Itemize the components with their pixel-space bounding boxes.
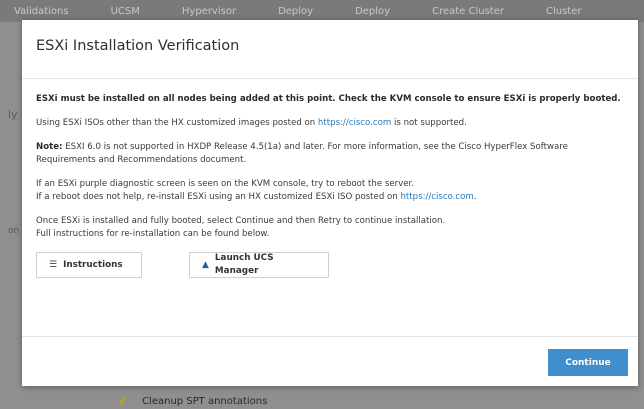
bg-tab-hypervisor: Hypervisor	[181, 5, 237, 17]
continue-line-1: Once ESXi is installed and fully booted,…	[36, 216, 446, 226]
bg-fragment-2: on	[8, 226, 20, 236]
dialog-footer: Continue	[22, 336, 638, 386]
esxi-warning-text: ESXi must be installed on all nodes bein…	[36, 94, 621, 104]
bg-tab-validations: Validations	[14, 5, 69, 17]
reinstall-line-suffix: .	[473, 192, 477, 202]
reboot-instructions-text: If an ESXi purple diagnostic screen is s…	[36, 178, 624, 204]
list-icon: ☰	[49, 259, 58, 270]
bg-tab-cluster: Cluster	[546, 5, 582, 17]
continue-line-2: Full instructions for re-installation ca…	[36, 229, 270, 239]
instructions-button-label: Instructions	[63, 259, 123, 270]
instructions-button[interactable]: ☰ Instructions	[36, 252, 142, 278]
note-label: Note:	[36, 142, 63, 152]
launch-ucs-manager-label: Launch UCS Manager	[214, 253, 274, 276]
bg-tab-ucsm: UCSM	[110, 5, 140, 17]
dialog-action-row: ☰ Instructions ▲ Launch UCS Manager	[36, 252, 624, 278]
check-icon: ✔	[118, 394, 129, 408]
bg-fragment-1: ly	[8, 108, 18, 121]
bg-tab-deploy-2: Deploy	[355, 5, 391, 17]
cisco-link-2[interactable]: https://cisco.com	[400, 192, 473, 202]
reinstall-line-prefix: If a reboot does not help, re-install ES…	[36, 192, 401, 202]
dialog-title: ESXi Installation Verification	[36, 38, 240, 54]
cisco-link-1[interactable]: https://cisco.com	[318, 118, 391, 128]
bg-tab-create-cluster: Create Cluster	[432, 5, 504, 17]
purple-screen-line: If an ESXi purple diagnostic screen is s…	[36, 179, 415, 189]
bg-tab-deploy-1: Deploy	[278, 5, 314, 17]
iso-support-text: Using ESXi ISOs other than the HX custom…	[36, 117, 624, 130]
esxi-verification-dialog: ESXi Installation Verification ESXi must…	[22, 20, 638, 386]
continue-button[interactable]: Continue	[548, 349, 628, 376]
note-text: Note: ESXI 6.0 is not supported in HXDP …	[36, 141, 624, 167]
iso-text-suffix: is not supported.	[391, 118, 467, 128]
bg-task-label: Cleanup SPT annotations	[142, 395, 268, 407]
background-tab-bar: Validations UCSM Hypervisor Deploy Deplo…	[0, 0, 644, 22]
launch-ucs-manager-button[interactable]: ▲ Launch UCS Manager	[189, 252, 329, 278]
dialog-body: ESXi must be installed on all nodes bein…	[22, 79, 638, 278]
dialog-header: ESXi Installation Verification	[22, 20, 638, 79]
note-body: ESXI 6.0 is not supported in HXDP Releas…	[36, 142, 568, 165]
triangle-up-icon: ▲	[202, 259, 209, 270]
continue-instructions-text: Once ESXi is installed and fully booted,…	[36, 215, 624, 241]
bg-task-row: ✔ Cleanup SPT annotations	[118, 394, 267, 408]
iso-text-prefix: Using ESXi ISOs other than the HX custom…	[36, 118, 318, 128]
